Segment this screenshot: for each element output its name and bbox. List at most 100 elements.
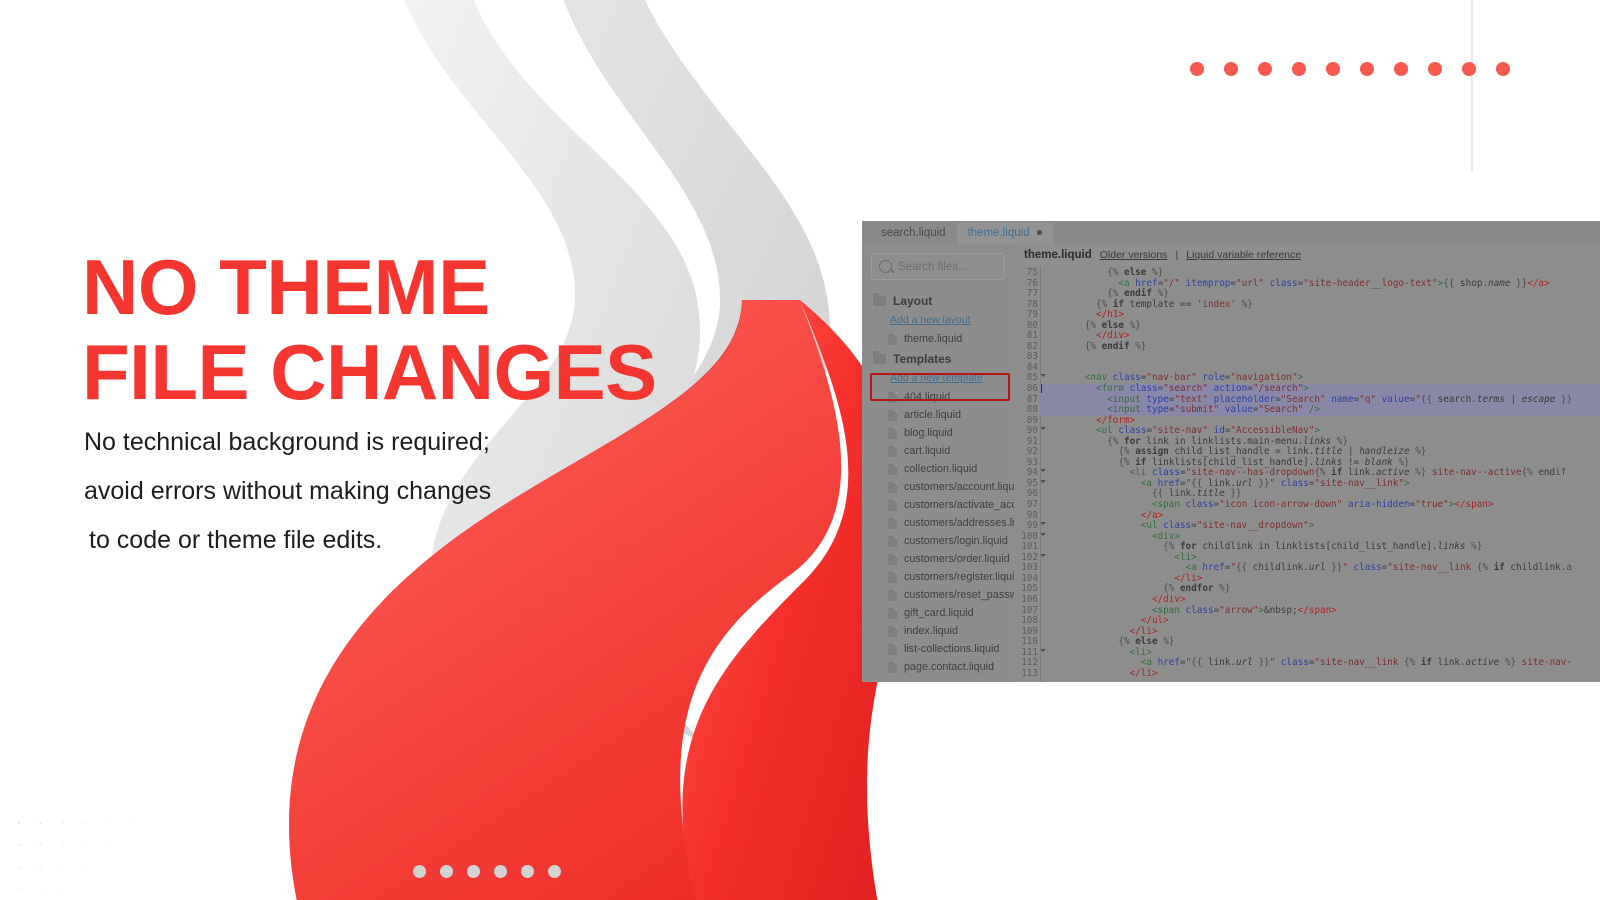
code-editor-screenshot: search.liquid theme.liquid Search files..…: [862, 221, 1600, 682]
vertical-divider-rule: [1471, 0, 1473, 172]
sidebar-file-label: customers/reset_passwor: [904, 589, 1028, 601]
sidebar-file-item[interactable]: 404.liquid: [862, 388, 1014, 406]
file-icon: [888, 607, 897, 619]
editor-tab-bar: search.liquid theme.liquid: [862, 221, 1600, 244]
decorative-dot: [1496, 62, 1510, 76]
code-line[interactable]: [1040, 352, 1600, 363]
code-line[interactable]: {% endif %}: [1040, 341, 1600, 353]
sidebar-group-label: Layout: [893, 294, 933, 308]
sidebar-file-label: blog.liquid: [904, 427, 953, 439]
folder-icon: [873, 351, 886, 364]
line-number: 97: [1026, 499, 1038, 511]
file-icon: [888, 333, 897, 345]
sidebar-group-templates: Templates: [862, 348, 1014, 370]
sidebar-file-label: 404.liquid: [904, 391, 951, 403]
body-line-2: avoid errors without making changes: [84, 476, 492, 505]
sidebar-file-item[interactable]: index.liquid: [862, 622, 1014, 640]
decorative-dot: [1394, 62, 1408, 76]
file-icon: [888, 517, 897, 529]
file-icon: [888, 625, 897, 637]
body-copy: No technical background is required; avo…: [84, 418, 644, 564]
file-icon: [888, 643, 897, 655]
slide-canvas: NO THEME FILE CHANGES No technical backg…: [0, 0, 1600, 900]
sidebar-file-item[interactable]: list-collections.liquid: [862, 640, 1014, 658]
file-icon: [888, 571, 897, 583]
file-icon: [888, 409, 897, 421]
decorative-dot: [494, 865, 507, 878]
sidebar-file-label: index.liquid: [904, 625, 959, 637]
editor-tab-theme-liquid[interactable]: theme.liquid: [956, 223, 1053, 244]
add-new-layout-link[interactable]: Add a new layout: [862, 312, 1014, 330]
file-icon: [888, 391, 897, 403]
sidebar-file-label: customers/account.liquid: [904, 481, 1023, 493]
decorative-dot: [1326, 62, 1340, 76]
headline-line-1: NO THEME: [82, 242, 490, 331]
code-line[interactable]: <form class="search" action="/search">: [1040, 383, 1600, 395]
code-line[interactable]: </li>: [1040, 668, 1600, 680]
sidebar-file-label: gift_card.liquid: [904, 607, 974, 619]
sidebar-file-label: article.liquid: [904, 409, 962, 421]
sidebar-file-item[interactable]: cart.liquid: [862, 442, 1014, 460]
header-separator: |: [1175, 249, 1179, 261]
add-new-templates-link[interactable]: Add a new template: [862, 370, 1014, 388]
decorative-dot: [548, 865, 561, 878]
editor-tab-label: theme.liquid: [967, 227, 1030, 239]
sidebar-file-label: cart.liquid: [904, 445, 951, 457]
sidebar-file-label: customers/activate_accou: [904, 499, 1029, 511]
sidebar-file-item[interactable]: collection.liquid: [862, 460, 1014, 478]
file-icon: [888, 535, 897, 547]
folder-icon: [873, 293, 886, 306]
sidebar-file-item[interactable]: page.contact.liquid: [862, 658, 1014, 676]
corner-dot-grid: [0, 812, 166, 900]
decorative-dot: [467, 865, 480, 878]
decorative-dot: [1258, 62, 1272, 76]
sidebar-file-item[interactable]: customers/reset_passwor: [862, 586, 1027, 604]
line-number: 86: [1014, 383, 1046, 395]
file-icon: [888, 427, 897, 439]
sidebar-file-label: collection.liquid: [904, 463, 978, 475]
decorative-dot: [521, 865, 534, 878]
file-icon: [888, 481, 897, 493]
liquid-variable-reference-link[interactable]: Liquid variable reference: [1186, 249, 1301, 261]
decorative-dot: [1190, 62, 1204, 76]
sidebar-file-item[interactable]: customers/login.liquid: [862, 532, 1014, 550]
search-input-placeholder: Search files...: [898, 260, 968, 273]
code-text-area[interactable]: 75 76 77 78 79 80 81 82 83 84 85 86 87 88 89 90 91 92 93 94…: [1014, 266, 1600, 682]
sidebar-file-item[interactable]: customers/account.liquid: [862, 478, 1023, 496]
code-line[interactable]: {% if template == 'index' %}: [1040, 299, 1600, 311]
decorative-dot: [1428, 62, 1442, 76]
file-icon: [888, 661, 897, 673]
body-line-1: No technical background is required;: [84, 428, 490, 456]
sidebar-file-item[interactable]: article.liquid: [862, 406, 1014, 424]
line-number: 113: [1021, 667, 1038, 679]
editor-tab-search-liquid[interactable]: search.liquid: [870, 223, 957, 244]
sidebar-file-item[interactable]: customers/register.liquid: [862, 568, 1020, 586]
sidebar-file-item[interactable]: customers/order.liquid: [862, 550, 1014, 568]
line-number: 108: [1021, 615, 1038, 627]
sidebar-file-item[interactable]: customers/addresses.liqu: [862, 514, 1026, 532]
sidebar-file-label: customers/order.liquid: [904, 553, 1010, 565]
sidebar-group-label: Templates: [893, 352, 952, 366]
file-icon: [888, 499, 897, 511]
dot-row-top: [1190, 62, 1510, 76]
sidebar-file-label: customers/login.liquid: [904, 535, 1008, 547]
sidebar-file-item[interactable]: gift_card.liquid: [862, 604, 1014, 622]
search-files-input[interactable]: Search files...: [871, 253, 1005, 280]
code-lines[interactable]: {% else %} <a href="/" itemprop="url" cl…: [1040, 266, 1600, 682]
open-file-name: theme.liquid: [1024, 249, 1092, 261]
sidebar-file-label: customers/addresses.liqu: [904, 517, 1027, 529]
file-icon: [888, 445, 897, 457]
sidebar-file-item[interactable]: customers/activate_accou: [862, 496, 1029, 514]
older-versions-link[interactable]: Older versions: [1100, 249, 1168, 261]
text-cursor: [1041, 384, 1042, 394]
decorative-dot: [440, 865, 453, 878]
file-icon: [888, 589, 897, 601]
file-icon: [888, 553, 897, 565]
line-number: 106: [1021, 593, 1038, 605]
sidebar-file-item[interactable]: theme.liquid: [862, 330, 1014, 348]
sidebar-file-item[interactable]: blog.liquid: [862, 424, 1014, 442]
sidebar-group-layout: Layout: [862, 290, 1014, 312]
decorative-dot: [413, 865, 426, 878]
decorative-dot: [1360, 62, 1374, 76]
sidebar-file-label: list-collections.liquid: [904, 643, 1000, 655]
